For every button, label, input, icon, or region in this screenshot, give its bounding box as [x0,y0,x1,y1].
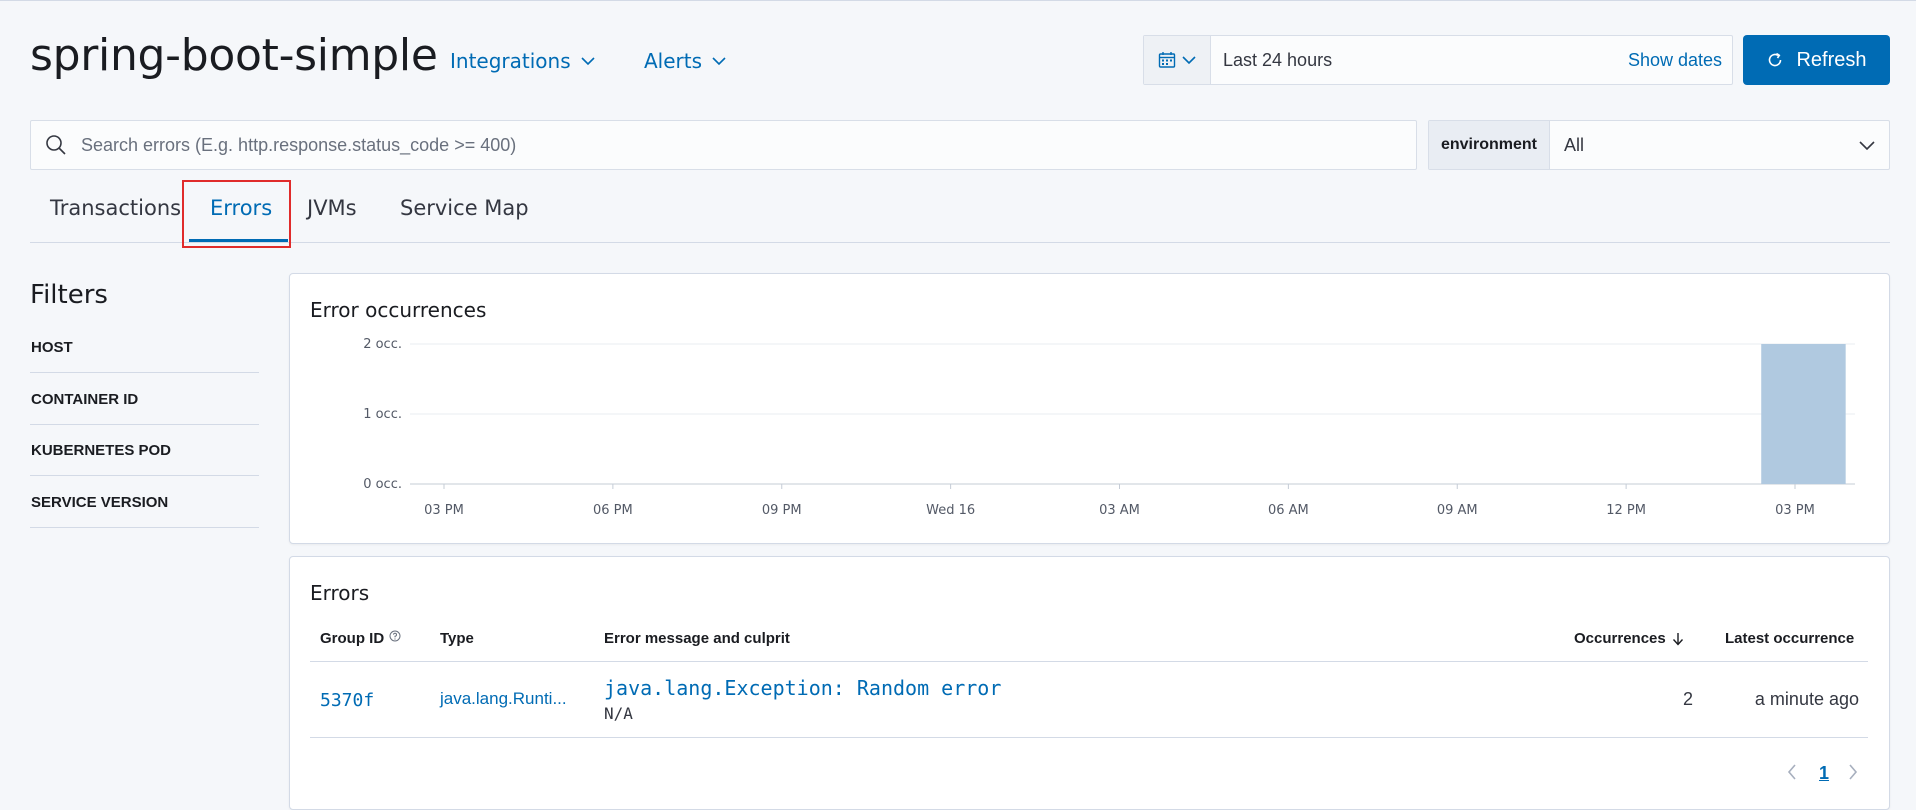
refresh-button[interactable]: Refresh [1743,35,1890,85]
search-input[interactable] [81,134,1416,156]
filter-host[interactable]: HOST [30,322,259,373]
filter-service-version[interactable]: SERVICE VERSION [30,477,259,528]
error-group-id-link[interactable]: 5370f [320,690,374,711]
chevron-down-icon [712,56,726,66]
errors-tab-highlight-box [182,180,291,248]
y-tick-label: 2 occ. [363,337,402,352]
x-tick-label: 06 AM [1268,503,1309,518]
error-occurrences-panel: Error occurrences 0 occ. 1 occ. 2 occ. 03 P… [289,273,1890,544]
chevron-left-icon [1786,763,1798,781]
pagination-next-button[interactable] [1847,763,1859,781]
y-tick-label: 0 occ. [363,477,402,492]
tab-jvms[interactable]: JVMs [307,196,357,220]
refresh-icon [1766,51,1784,69]
tab-transactions[interactable]: Transactions [50,196,181,220]
chevron-down-icon [1182,55,1196,65]
errors-title: Errors [310,581,370,605]
help-icon [389,630,401,642]
pagination-prev-button[interactable] [1786,763,1798,781]
x-tick-label: 03 PM [424,503,464,518]
search-icon [45,134,67,156]
filter-container-id[interactable]: CONTAINER ID [30,374,259,425]
chevron-down-icon [1859,140,1875,150]
column-latest-occurrence[interactable]: Latest occurrence [1725,630,1854,647]
row-divider [310,737,1868,738]
column-message[interactable]: Error message and culprit [604,630,790,647]
chart-bar [1761,344,1846,484]
alerts-label: Alerts [644,49,703,73]
tabs-divider [30,242,1890,243]
calendar-icon [1158,51,1176,69]
show-dates-link[interactable]: Show dates [1628,50,1732,71]
environment-label: environment [1429,121,1550,169]
date-picker: Last 24 hours Show dates [1143,35,1733,85]
column-group-id[interactable]: Group ID [320,630,401,647]
refresh-label: Refresh [1796,48,1867,71]
tab-service-map[interactable]: Service Map [400,196,529,220]
x-tick-label: Wed 16 [926,503,975,518]
alerts-menu[interactable]: Alerts [644,46,726,76]
date-range-text[interactable]: Last 24 hours [1211,50,1628,71]
search-bar [30,120,1417,170]
sort-arrow-down-icon [1672,632,1684,646]
pagination-page-1[interactable]: 1 [1819,763,1829,784]
environment-value: All [1564,134,1585,155]
error-type-link[interactable]: java.lang.Runti... [440,689,567,709]
error-latest-occurrence: a minute ago [1754,689,1859,709]
error-message-link[interactable]: java.lang.Exception: Random error [604,676,1001,700]
top-border [0,0,1916,1]
errors-panel: Errors [289,556,1890,810]
filters-title: Filters [30,280,108,310]
header-divider [310,661,1868,662]
column-type[interactable]: Type [440,630,474,647]
column-occurrences[interactable]: Occurrences [1574,630,1684,647]
x-tick-label: 09 PM [762,503,802,518]
integrations-label: Integrations [450,49,571,73]
y-tick-label: 1 occ. [363,407,402,422]
x-tick-label: 03 PM [1775,503,1815,518]
environment-filter: environment All [1428,120,1890,170]
chevron-right-icon [1847,763,1859,781]
error-occurrences-chart: 0 occ. 1 occ. 2 occ. 03 PM 06 PM 09 PM Wed 16 0… [363,337,1855,518]
integrations-menu[interactable]: Integrations [450,46,595,76]
quick-select-button[interactable] [1144,36,1211,84]
occurrences-header-label: Occurrences [1574,630,1666,647]
x-tick-label: 09 AM [1437,503,1478,518]
filter-kubernetes-pod[interactable]: KUBERNETES POD [30,425,259,476]
chevron-down-icon [581,56,595,66]
environment-select[interactable]: All [1550,121,1889,169]
group-id-header-label: Group ID [320,630,385,647]
error-culprit: N/A [604,704,633,723]
x-tick-label: 03 AM [1099,503,1140,518]
x-tick-label: 06 PM [593,503,633,518]
x-tick-label: 12 PM [1606,503,1646,518]
app-title: spring-boot-simple [30,30,438,81]
